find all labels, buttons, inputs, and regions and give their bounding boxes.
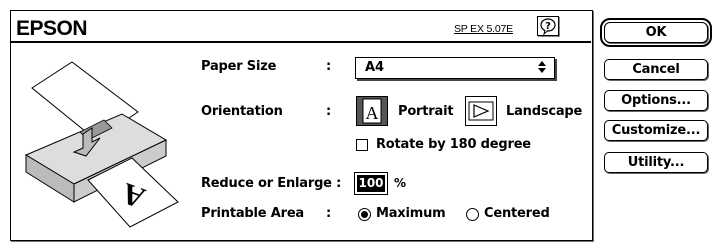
cancel-button[interactable]: Cancel bbox=[604, 59, 708, 80]
driver-version[interactable]: SP EX 5.07E bbox=[454, 23, 513, 35]
help-balloon-icon: ? bbox=[540, 18, 556, 36]
rotate-checkbox[interactable] bbox=[356, 139, 368, 151]
orientation-label: Orientation bbox=[201, 104, 283, 119]
rotate-label[interactable]: Rotate by 180 degree bbox=[376, 137, 531, 152]
customize-button[interactable]: Customize... bbox=[604, 120, 708, 141]
centered-label[interactable]: Centered bbox=[484, 206, 550, 221]
reduce-enlarge-label: Reduce or Enlarge : bbox=[201, 176, 342, 191]
help-button[interactable]: ? bbox=[537, 16, 559, 36]
portrait-radio[interactable]: A bbox=[356, 96, 388, 126]
ok-button[interactable]: OK bbox=[600, 18, 712, 47]
printable-area-colon: : bbox=[326, 206, 332, 221]
percent-sign: % bbox=[394, 176, 406, 190]
portrait-label[interactable]: Portrait bbox=[398, 104, 454, 119]
landscape-radio[interactable] bbox=[465, 96, 497, 126]
utility-button[interactable]: Utility... bbox=[604, 152, 708, 173]
maximum-label[interactable]: Maximum bbox=[376, 206, 446, 221]
paper-size-select[interactable]: A4 bbox=[355, 57, 555, 79]
landscape-label[interactable]: Landscape bbox=[506, 104, 582, 119]
landscape-orientation-icon bbox=[468, 101, 494, 121]
maximum-radio[interactable] bbox=[358, 208, 371, 221]
printer-illustration: A bbox=[24, 61, 179, 228]
centered-radio[interactable] bbox=[466, 208, 479, 221]
scale-input[interactable]: 100 bbox=[354, 172, 388, 195]
svg-text:A: A bbox=[366, 103, 379, 123]
header-divider bbox=[10, 41, 591, 43]
svg-text:?: ? bbox=[545, 21, 551, 32]
popup-arrows-icon bbox=[538, 61, 546, 73]
orientation-colon: : bbox=[326, 104, 332, 119]
printable-area-label: Printable Area bbox=[201, 206, 305, 221]
epson-logo: EPSON bbox=[16, 17, 88, 40]
options-button[interactable]: Options... bbox=[604, 90, 708, 111]
paper-size-colon: : bbox=[326, 59, 332, 74]
portrait-orientation-icon: A bbox=[362, 98, 382, 124]
paper-size-value: A4 bbox=[365, 60, 385, 75]
paper-size-label: Paper Size bbox=[201, 59, 277, 74]
